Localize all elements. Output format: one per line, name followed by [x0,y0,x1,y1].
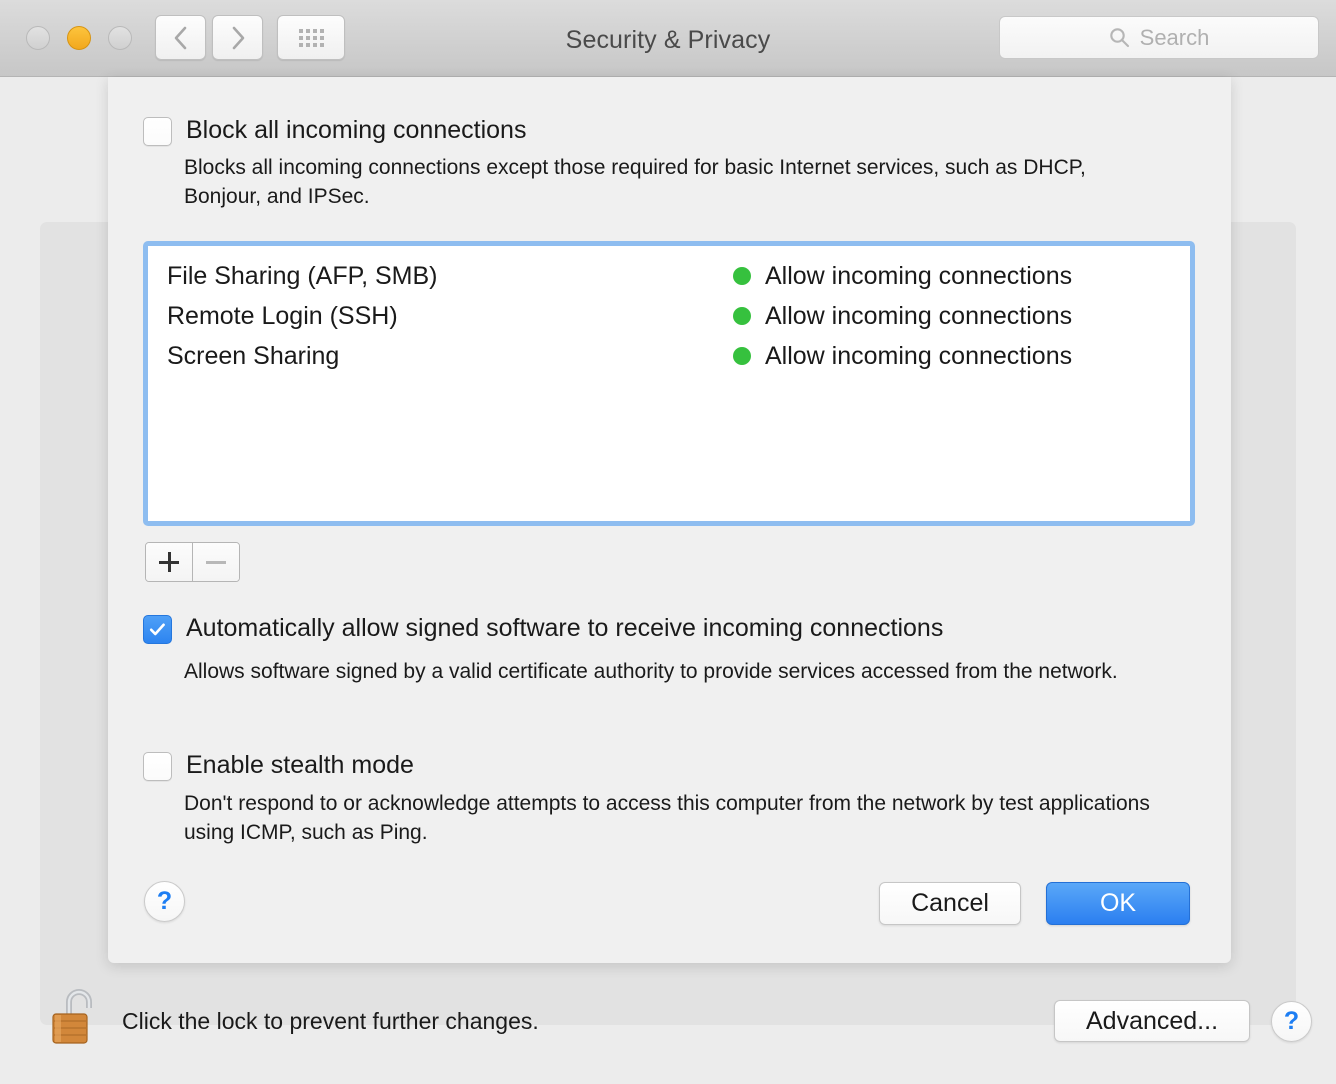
service-name: Screen Sharing [167,341,340,370]
stealth-mode-label: Enable stealth mode [186,751,414,779]
service-status-label: Allow incoming connections [765,301,1073,330]
stealth-mode-description: Don't respond to or acknowledge attempts… [184,792,1150,844]
block-all-connections-row[interactable]: Block all incoming connections [143,116,527,146]
lock-button[interactable] [48,985,98,1047]
status-dot-icon [733,267,751,285]
advanced-button[interactable]: Advanced... [1054,1000,1250,1042]
list-add-remove-controls [145,542,240,582]
minus-icon [206,560,226,564]
window-titlebar: Security & Privacy Search [0,0,1336,77]
lock-status-text: Click the lock to prevent further change… [122,1008,539,1034]
plus-icon [159,552,179,572]
cancel-button[interactable]: Cancel [879,882,1021,925]
service-status-label: Allow incoming connections [765,341,1073,370]
service-name: Remote Login (SSH) [167,301,398,330]
window-help-button[interactable]: ? [1271,1001,1312,1042]
search-icon [1109,28,1129,48]
block-all-connections-label: Block all incoming connections [186,116,527,144]
sheet-help-button[interactable]: ? [144,881,185,922]
service-status-label: Allow incoming connections [765,261,1073,290]
checkmark-icon [149,623,165,636]
firewall-options-sheet: Block all incoming connections Blocks al… [108,77,1231,963]
service-status[interactable]: Allow incoming connections [733,342,1072,371]
stealth-mode-checkbox[interactable] [143,752,172,781]
auto-allow-signed-label: Automatically allow signed software to r… [186,614,944,642]
auto-allow-signed-row[interactable]: Automatically allow signed software to r… [143,614,944,644]
stealth-mode-row[interactable]: Enable stealth mode [143,751,414,781]
list-item[interactable]: Screen Sharing Allow incoming connection… [148,336,1190,376]
list-item[interactable]: Remote Login (SSH) Allow incoming connec… [148,296,1190,336]
unlocked-padlock-icon [52,989,92,1044]
firewall-services-list[interactable]: File Sharing (AFP, SMB) Allow incoming c… [143,241,1195,526]
service-name: File Sharing (AFP, SMB) [167,261,438,290]
status-dot-icon [733,347,751,365]
status-dot-icon [733,307,751,325]
service-status[interactable]: Allow incoming connections [733,302,1072,331]
auto-allow-signed-description: Allows software signed by a valid certif… [184,660,1118,683]
list-item[interactable]: File Sharing (AFP, SMB) Allow incoming c… [148,256,1190,296]
block-all-connections-description: Blocks all incoming connections except t… [184,156,1086,208]
block-all-connections-checkbox[interactable] [143,117,172,146]
service-status[interactable]: Allow incoming connections [733,262,1072,291]
add-service-button[interactable] [146,543,192,581]
search-input[interactable]: Search [999,16,1319,59]
ok-button[interactable]: OK [1046,882,1190,925]
auto-allow-signed-checkbox[interactable] [143,615,172,644]
search-placeholder: Search [1139,24,1210,50]
remove-service-button [192,543,239,581]
